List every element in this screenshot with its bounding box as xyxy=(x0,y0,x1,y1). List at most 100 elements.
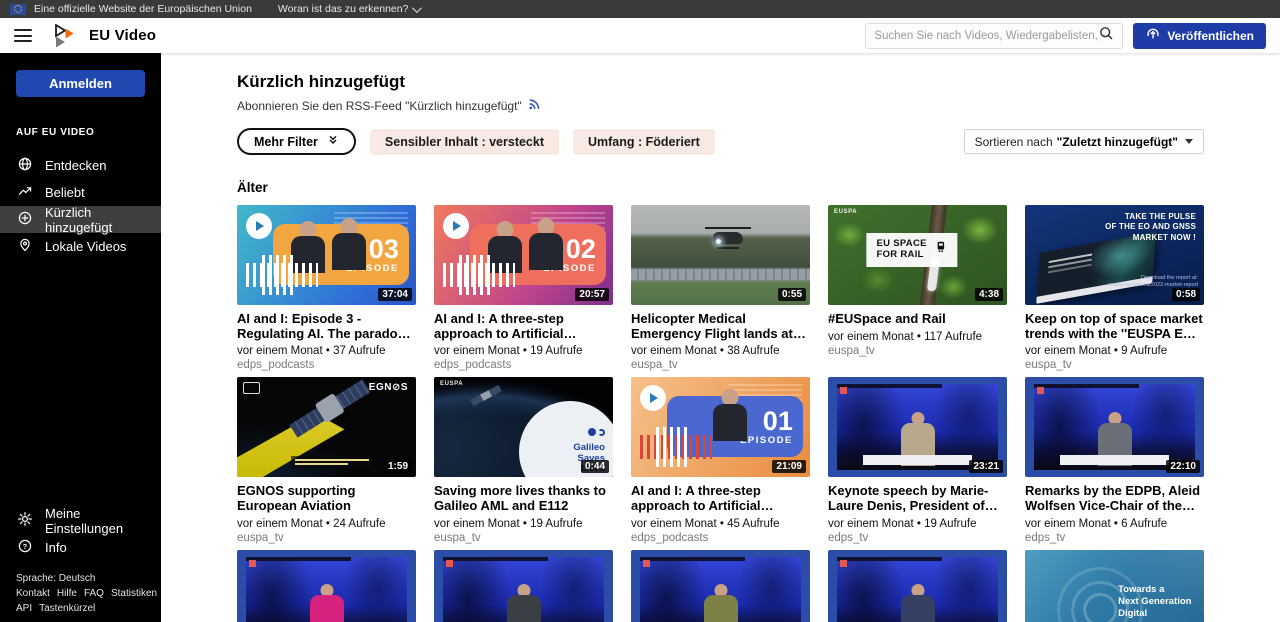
language-selector[interactable]: Sprache: Deutsch xyxy=(16,573,96,584)
footer-link-hilfe[interactable]: Hilfe xyxy=(57,588,77,599)
sidebar-item-info[interactable]: ?Info xyxy=(0,534,161,561)
rss-icon[interactable] xyxy=(527,97,541,114)
footer-link-kontakt[interactable]: Kontakt xyxy=(16,588,50,599)
search-input[interactable] xyxy=(874,30,1098,42)
video-thumbnail[interactable] xyxy=(434,550,613,622)
sidebar-bottom: Meine Einstellungen?Info Sprache: Deutsc… xyxy=(0,507,161,616)
filter-pill-0[interactable]: Sensibler Inhalt : versteckt xyxy=(370,129,559,155)
video-meta: vor einem Monat • 38 Aufrufe xyxy=(631,345,810,357)
logo-dot xyxy=(588,428,596,436)
video-channel[interactable]: edps_podcasts xyxy=(237,359,416,371)
search-icon[interactable] xyxy=(1098,25,1114,46)
sidebar-item-lokale-videos[interactable]: Lokale Videos xyxy=(0,233,161,260)
video-channel[interactable]: euspa_tv xyxy=(237,532,416,544)
video-channel[interactable]: euspa_tv xyxy=(1025,359,1204,371)
video-thumbnail[interactable]: 22:10 xyxy=(1025,377,1204,477)
more-filters-button[interactable]: Mehr Filter xyxy=(237,128,356,155)
footer-link-api[interactable]: API xyxy=(16,603,32,614)
video-title[interactable]: Helicopter Medical Emergency Flight land… xyxy=(631,312,810,341)
slide-logo-square xyxy=(446,560,453,567)
video-grid: 03EPISODE37:04 AI and I: Episode 3 - Regu… xyxy=(237,205,1204,622)
footer-link-statistiken[interactable]: Statistiken xyxy=(111,588,157,599)
group-label: Älter xyxy=(237,180,1204,195)
sidebar-item-entdecken[interactable]: Entdecken xyxy=(0,152,161,179)
slide-header-bar xyxy=(443,557,548,561)
slide-logo-square xyxy=(840,387,847,394)
sidebar-item-meine-einstellungen[interactable]: Meine Einstellungen xyxy=(0,507,161,534)
video-thumbnail[interactable]: 23:21 xyxy=(828,377,1007,477)
video-thumbnail[interactable]: 0:55 xyxy=(631,205,810,305)
video-card: 02EPISODE20:57 AI and I: A three-step app… xyxy=(434,205,613,371)
headline-line: MARKET NOW ! xyxy=(1105,233,1196,243)
video-title[interactable]: Saving more lives thanks to Galileo AML … xyxy=(434,484,613,513)
video-title[interactable]: AI and I: A three-step approach to Artif… xyxy=(434,312,613,341)
digital-line: Digital Commission xyxy=(1118,608,1204,622)
video-channel[interactable]: euspa_tv xyxy=(828,345,1007,357)
play-button[interactable] xyxy=(640,385,666,411)
page-title: Kürzlich hinzugefügt xyxy=(237,72,1204,92)
video-channel[interactable]: edps_tv xyxy=(828,532,1007,544)
video-title[interactable]: #EUSpace and Rail xyxy=(828,312,1007,327)
video-channel[interactable]: euspa_tv xyxy=(631,359,810,371)
video-thumbnail[interactable]: EGN⊘S1:59 xyxy=(237,377,416,477)
video-title[interactable]: Keynote speech by Marie-Laure Denis, Pre… xyxy=(828,484,1007,513)
video-card xyxy=(237,550,416,622)
video-card: 22:10 Remarks by the EDPB, Aleid Wolfsen … xyxy=(1025,377,1204,543)
helicopter-light xyxy=(716,239,721,244)
video-thumbnail[interactable]: EU SPACEFOR RAILEUSPA4:38 xyxy=(828,205,1007,305)
video-thumbnail[interactable]: 03EPISODE37:04 xyxy=(237,205,416,305)
main-content: Kürzlich hinzugefügt Abonnieren Sie den … xyxy=(161,53,1280,622)
app-logo-icon[interactable] xyxy=(54,24,75,48)
video-thumbnail[interactable]: GalileoSavesLivesEUSPA0:44 xyxy=(434,377,613,477)
play-button[interactable] xyxy=(443,213,469,239)
footer-link-tastenkürzel[interactable]: Tastenkürzel xyxy=(39,603,95,614)
slide-screen xyxy=(246,557,407,622)
waveform-graphic xyxy=(640,435,712,459)
slide-screen xyxy=(837,384,998,470)
duration-badge: 0:58 xyxy=(1172,288,1200,301)
video-card: TAKE THE PULSEOF THE EO AND GNSSMARKET N… xyxy=(1025,205,1204,371)
video-title[interactable]: EGNOS supporting European Aviation xyxy=(237,484,416,513)
video-title[interactable]: AI and I: Episode 3 - Regulating AI. The… xyxy=(237,312,416,341)
note-line: Download the report at: xyxy=(1108,275,1198,283)
headline-line: TAKE THE PULSE xyxy=(1105,212,1196,222)
video-thumbnail[interactable]: Towards aNext GenerationDigital Commissi… xyxy=(1025,550,1204,622)
filter-pill-1[interactable]: Umfang : Föderiert xyxy=(573,129,715,155)
video-thumbnail[interactable]: 01EPISODE21:09 xyxy=(631,377,810,477)
video-thumbnail[interactable]: 02EPISODE20:57 xyxy=(434,205,613,305)
video-channel[interactable]: euspa_tv xyxy=(434,532,613,544)
filter-bar: Mehr Filter Sensibler Inhalt : versteckt… xyxy=(237,128,1204,155)
slide-logo-square xyxy=(643,560,650,567)
video-title[interactable]: Keep on top of space market trends with … xyxy=(1025,312,1204,341)
publish-button[interactable]: Veröffentlichen xyxy=(1133,23,1266,49)
sidebar-item-beliebt[interactable]: Beliebt xyxy=(0,179,161,206)
search-box[interactable] xyxy=(865,23,1123,49)
video-thumbnail[interactable] xyxy=(237,550,416,622)
video-thumbnail[interactable] xyxy=(631,550,810,622)
satellite-graphic xyxy=(470,385,502,406)
video-card: Towards aNext GenerationDigital Commissi… xyxy=(1025,550,1204,622)
trending-icon xyxy=(17,183,33,202)
video-title[interactable]: AI and I: A three-step approach to Artif… xyxy=(631,484,810,513)
login-button[interactable]: Anmelden xyxy=(16,70,145,97)
video-channel[interactable]: edps_podcasts xyxy=(631,532,810,544)
digital-line: Towards a xyxy=(1118,584,1204,596)
sidebar-item-label: Kürzlich hinzugefügt xyxy=(45,205,161,235)
video-channel[interactable]: edps_tv xyxy=(1025,532,1204,544)
sidebar-item-label: Lokale Videos xyxy=(45,239,126,254)
play-button[interactable] xyxy=(246,213,272,239)
video-thumbnail[interactable] xyxy=(828,550,1007,622)
location-icon xyxy=(17,237,33,256)
video-thumbnail[interactable]: TAKE THE PULSEOF THE EO AND GNSSMARKET N… xyxy=(1025,205,1204,305)
sidebar-item-k-rzlich-hinzugef-gt[interactable]: Kürzlich hinzugefügt xyxy=(0,206,161,233)
footer-link-faq[interactable]: FAQ xyxy=(84,588,104,599)
app-title[interactable]: EU Video xyxy=(89,27,156,44)
video-title[interactable]: Remarks by the EDPB, Aleid Wolfsen Vice-… xyxy=(1025,484,1204,513)
video-channel[interactable]: edps_podcasts xyxy=(434,359,613,371)
video-card xyxy=(631,550,810,622)
sort-dropdown[interactable]: Sortieren nach "Zuletzt hinzugefügt" xyxy=(964,129,1204,154)
logo-arc xyxy=(598,429,605,436)
gov-banner-link[interactable]: Woran ist das zu erkennen? xyxy=(278,3,420,15)
menu-icon[interactable] xyxy=(14,29,32,42)
slide-header-bar xyxy=(1034,384,1139,388)
